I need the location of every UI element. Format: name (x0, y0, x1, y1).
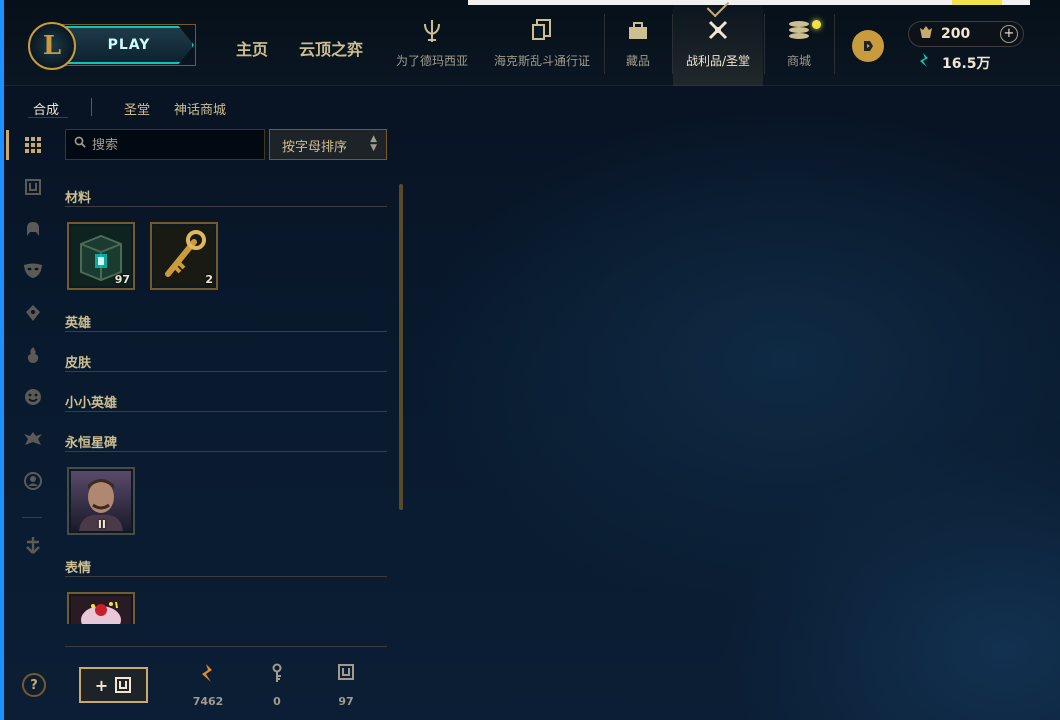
category-divider (65, 331, 387, 332)
nav-loot[interactable]: 战利品/圣堂 (676, 18, 760, 78)
key-fragment-counter: 0 (252, 663, 302, 708)
chest-count-value: 97 (338, 695, 354, 708)
sort-arrows-icon: ▲ ▼ (370, 134, 377, 153)
tab-mythic-shop[interactable]: 神话商城 (174, 99, 226, 118)
category-header: 小小英雄 (65, 396, 118, 411)
hextech-chest-tile[interactable]: 97 (67, 222, 135, 290)
item-count: 2 (205, 273, 213, 286)
blue-essence-value: 16.5万 (942, 56, 991, 72)
filter-skins-icon[interactable] (20, 258, 46, 284)
filter-chests-icon[interactable] (20, 174, 46, 200)
list-scrollbar[interactable] (399, 184, 403, 510)
store-notification-dot (812, 20, 821, 29)
category-divider (65, 371, 387, 372)
sort-dropdown[interactable]: 按字母排序 ▲ ▼ (269, 129, 387, 160)
category-header: 永恒星碑 (65, 436, 118, 451)
nav-divider (764, 14, 765, 74)
category-header: 材料 (65, 191, 92, 206)
filter-materials-icon[interactable] (20, 532, 46, 558)
nav-label: 商城 (786, 54, 811, 68)
category-divider (65, 451, 387, 452)
search-icon (74, 136, 86, 151)
category-header: 英雄 (65, 316, 92, 331)
item-count: 97 (114, 273, 130, 286)
chest-count-icon (337, 663, 355, 687)
tab-sanctum[interactable]: 圣堂 (124, 99, 150, 118)
active-tab-underline (28, 117, 68, 118)
nav-label: 为了德玛西亚 (395, 54, 468, 68)
nav-divider (672, 14, 673, 74)
nav-label: 藏品 (625, 54, 650, 68)
filter-ward-skins-icon[interactable] (20, 300, 46, 326)
loot-search-box (65, 129, 265, 160)
nav-event-demacia[interactable]: 为了德玛西亚 (394, 18, 470, 78)
collection-icon (626, 18, 650, 46)
rp-value: 200 (941, 26, 971, 42)
category-divider (65, 206, 387, 207)
store-icon (786, 18, 812, 46)
buy-rp-button[interactable]: + (1000, 25, 1018, 43)
filter-summoner-icons-icon[interactable] (20, 342, 46, 368)
category-divider (65, 411, 387, 412)
filter-all-icon[interactable] (20, 132, 46, 158)
banner-action[interactable] (952, 0, 1002, 5)
play-button[interactable]: PLAY (66, 26, 194, 64)
tab-crafting[interactable]: 合成 (33, 99, 59, 118)
filter-emotes-icon[interactable] (20, 384, 46, 410)
nav-collection[interactable]: 藏品 (612, 18, 664, 78)
trophy-icon (421, 18, 443, 46)
profile-avatar[interactable] (852, 30, 884, 62)
blue-essence-icon (918, 52, 932, 72)
add-chest-button[interactable]: + (79, 667, 148, 703)
add-label: + (94, 675, 109, 695)
category-divider (65, 576, 387, 577)
filter-little-legends-icon[interactable] (20, 426, 46, 452)
emote-icon (71, 596, 131, 624)
nav-divider (834, 14, 835, 74)
search-input[interactable] (92, 135, 257, 155)
pass-icon (531, 18, 553, 46)
rail-divider (22, 517, 42, 518)
bottom-divider (65, 646, 387, 647)
hextech-key-tile[interactable]: 2 (150, 222, 218, 290)
emote-tile[interactable] (67, 592, 135, 624)
nav-tft[interactable]: 云顶之弈 (299, 36, 363, 60)
league-logo[interactable]: L (28, 22, 76, 70)
riot-points-wallet: 200 + (908, 21, 1024, 47)
rp-icon (919, 25, 933, 45)
nav-label: 战利品/圣堂 (685, 54, 751, 68)
loot-icon (706, 18, 730, 46)
orange-essence-value: 7462 (192, 695, 224, 708)
chest-icon (114, 676, 132, 694)
nav-label: 海克斯乱斗通行证 (493, 54, 590, 68)
nav-home[interactable]: 主页 (236, 36, 268, 60)
eternal-draven-tile[interactable]: II (67, 467, 135, 535)
chest-counter: 97 (321, 663, 371, 708)
loot-background (4, 0, 1060, 720)
tab-divider (91, 98, 92, 116)
rail-active-indicator (6, 130, 9, 160)
sort-label: 按字母排序 (282, 140, 348, 155)
category-header: 表情 (65, 561, 92, 576)
nav-aram-pass[interactable]: 海克斯乱斗通行证 (492, 18, 592, 78)
filter-profile-icon[interactable] (20, 468, 46, 494)
orange-essence-icon (200, 663, 216, 687)
key-fragment-value: 0 (273, 695, 281, 708)
help-button[interactable]: ? (22, 673, 46, 697)
key-fragment-icon (270, 663, 284, 687)
orange-essence-counter: 7462 (183, 663, 233, 708)
category-header: 皮肤 (65, 356, 92, 371)
nav-divider (604, 14, 605, 74)
filter-champions-icon[interactable] (20, 216, 46, 242)
statstone-tier: II (97, 518, 106, 531)
